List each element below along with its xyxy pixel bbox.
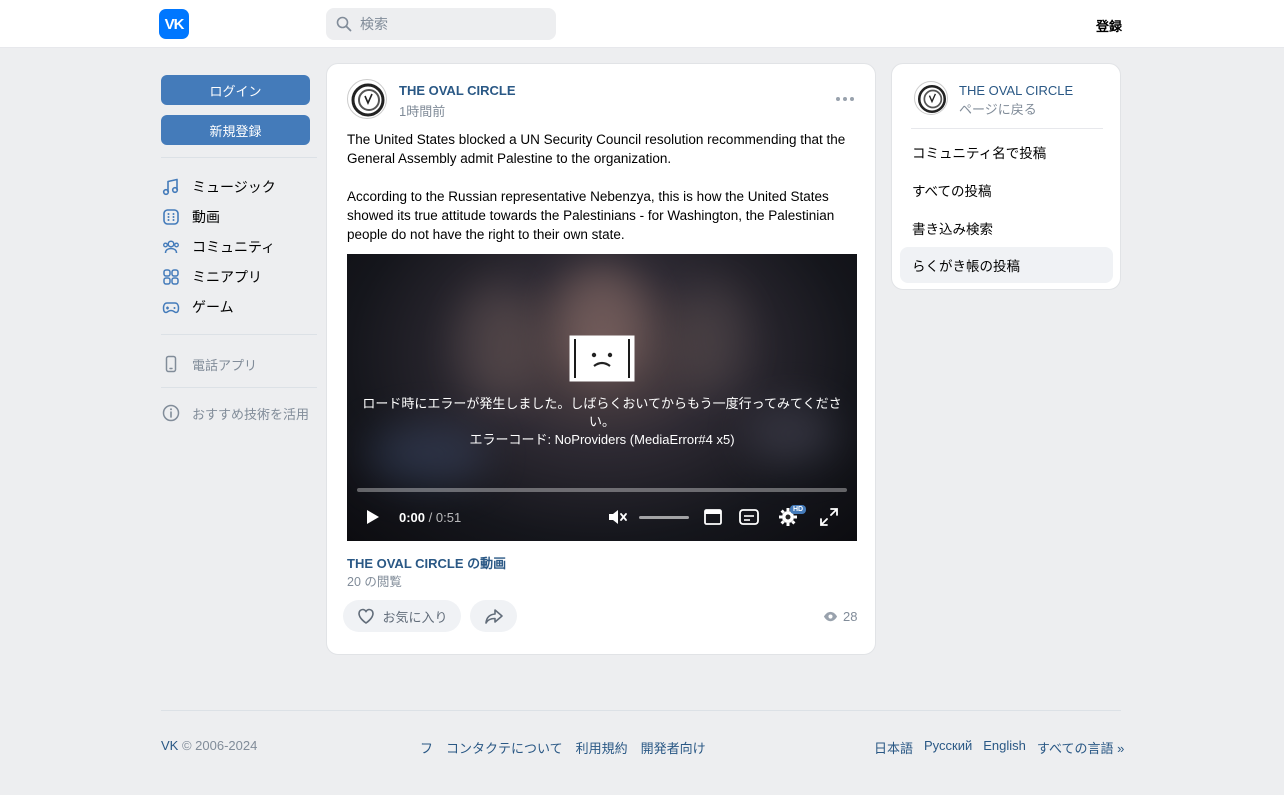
- video-view-count: 20 の閲覧: [347, 575, 402, 589]
- search-icon: [336, 16, 352, 32]
- current-time: 0:00: [399, 510, 426, 525]
- search-box[interactable]: [326, 8, 556, 40]
- like-label: お気に入り: [382, 609, 448, 625]
- heart-icon: [358, 608, 375, 624]
- divider: [161, 157, 317, 158]
- eye-icon: [823, 611, 838, 622]
- error-message-text: ロード時にエラーが発生しました。しばらくおいてからもう一度行ってみてください。: [362, 396, 842, 429]
- sidebar-item-phone-app[interactable]: 電話アプリ: [161, 349, 317, 379]
- post-author[interactable]: THE OVAL CIRCLE: [399, 83, 516, 98]
- subtitles-icon[interactable]: [738, 506, 760, 528]
- copyright-text: © 2006-2024: [178, 738, 258, 753]
- footer-link-developers[interactable]: 開発者向け: [641, 738, 706, 757]
- video-title-link[interactable]: THE OVAL CIRCLE の動画: [347, 553, 506, 572]
- footer-languages: 日本語 Русский English すべての言語 »: [874, 738, 1124, 757]
- menu-item-graffiti-posts[interactable]: らくがき帳の投稿: [900, 247, 1113, 283]
- menu-item-search-posts[interactable]: 書き込み検索: [900, 210, 1113, 246]
- music-note-icon: [162, 178, 179, 196]
- sad-film-icon: [569, 335, 635, 382]
- users-icon: [163, 240, 179, 254]
- vk-logo[interactable]: VK: [159, 9, 189, 39]
- more-options-icon[interactable]: [835, 94, 855, 104]
- community-name[interactable]: THE OVAL CIRCLE: [959, 83, 1073, 98]
- footer-copyright: VK © 2006-2024: [161, 738, 257, 753]
- video-blur-shape: [457, 284, 537, 404]
- signup-button[interactable]: 新規登録: [161, 115, 310, 145]
- divider: [161, 334, 317, 335]
- duration: / 0:51: [425, 510, 462, 525]
- sidebar-item-label: ミニアプリ: [192, 269, 262, 285]
- play-icon[interactable]: [361, 506, 383, 528]
- footer-link-about[interactable]: コンタクテについて: [446, 738, 563, 757]
- community-avatar[interactable]: [347, 79, 387, 119]
- video-error-message: ロード時にエラーが発生しました。しばらくおいてからもう一度行ってみてください。 …: [357, 395, 847, 449]
- hd-badge: HD: [790, 505, 807, 514]
- sidebar-item-label: 電話アプリ: [192, 357, 258, 373]
- sidebar-item-video[interactable]: 動画: [161, 202, 317, 232]
- footer-link[interactable]: フ: [420, 738, 433, 757]
- error-code-text: エラーコード: NoProviders (MediaError#4 x5): [469, 432, 735, 447]
- post-paragraph: The United States blocked a UN Security …: [347, 132, 846, 166]
- like-button[interactable]: お気に入り: [343, 600, 461, 632]
- video-blur-shape: [677, 284, 747, 394]
- left-sidebar: ログイン 新規登録 ミュージック 動画 コミュニティ ミニアプリ ゲーム 電話ア…: [161, 75, 317, 428]
- phone-icon: [165, 355, 177, 373]
- footer-link-terms[interactable]: 利用規約: [576, 738, 628, 757]
- video-timecode: 0:00 / 0:51: [399, 510, 461, 525]
- language-japanese[interactable]: 日本語: [874, 738, 913, 757]
- mini-player-icon[interactable]: [702, 506, 724, 528]
- sidebar-item-label: ミュージック: [192, 179, 276, 195]
- top-header: VK 登録: [0, 0, 1284, 48]
- menu-item-all-posts[interactable]: すべての投稿: [900, 172, 1113, 208]
- footer-divider: [161, 710, 1121, 711]
- footer-links: フ コンタクテについて 利用規約 開発者向け: [420, 738, 706, 757]
- video-icon: [163, 209, 179, 225]
- sidebar-item-label: おすすめ技術を活用: [192, 406, 310, 422]
- volume-slider[interactable]: [639, 516, 689, 519]
- divider: [911, 128, 1103, 129]
- gamepad-icon: [162, 302, 180, 314]
- register-link[interactable]: 登録: [1096, 16, 1122, 35]
- views-number: 28: [843, 609, 858, 624]
- divider: [161, 387, 317, 388]
- sidebar-item-label: ゲーム: [192, 299, 234, 315]
- sidebar-item-games[interactable]: ゲーム: [161, 292, 317, 322]
- language-all[interactable]: すべての言語 »: [1037, 738, 1124, 757]
- video-player[interactable]: ロード時にエラーが発生しました。しばらくおいてからもう一度行ってみてください。 …: [347, 254, 857, 541]
- sidebar-item-label: 動画: [192, 209, 220, 225]
- fullscreen-icon[interactable]: [818, 506, 840, 528]
- sidebar-item-label: コミュニティ: [192, 239, 276, 255]
- sidebar-item-miniapps[interactable]: ミニアプリ: [161, 262, 317, 292]
- info-icon: [162, 404, 180, 422]
- video-progress-bar[interactable]: [357, 488, 847, 492]
- back-to-page-link[interactable]: ページに戻る: [959, 99, 1037, 118]
- apps-icon: [163, 269, 179, 285]
- menu-item-posts-by-community[interactable]: コミュニティ名で投稿: [900, 134, 1113, 170]
- sidebar-item-community[interactable]: コミュニティ: [161, 232, 317, 262]
- wall-post: THE OVAL CIRCLE 1時間前 The United States b…: [326, 63, 876, 655]
- video-controls: 0:00 / 0:51 HD: [347, 502, 857, 532]
- volume-muted-icon[interactable]: [606, 506, 628, 528]
- oval-circle-logo-icon: [351, 83, 385, 117]
- community-avatar[interactable]: [914, 81, 948, 115]
- sidebar-item-recommend[interactable]: おすすめ技術を活用: [161, 398, 317, 428]
- share-arrow-icon: [484, 609, 503, 624]
- community-panel: THE OVAL CIRCLE ページに戻る コミュニティ名で投稿 すべての投稿…: [891, 63, 1121, 290]
- post-views: 28: [823, 609, 857, 624]
- post-time[interactable]: 1時間前: [399, 101, 445, 120]
- footer-vk-link[interactable]: VK: [161, 738, 178, 753]
- search-input[interactable]: [360, 16, 550, 32]
- oval-circle-logo-icon: [917, 84, 947, 114]
- login-button[interactable]: ログイン: [161, 75, 310, 105]
- language-russian[interactable]: Русский: [924, 738, 972, 757]
- language-english[interactable]: English: [983, 738, 1026, 757]
- share-button[interactable]: [470, 600, 517, 632]
- sidebar-item-music[interactable]: ミュージック: [161, 172, 317, 202]
- post-paragraph: According to the Russian representative …: [347, 189, 835, 242]
- post-text: The United States blocked a UN Security …: [347, 130, 857, 263]
